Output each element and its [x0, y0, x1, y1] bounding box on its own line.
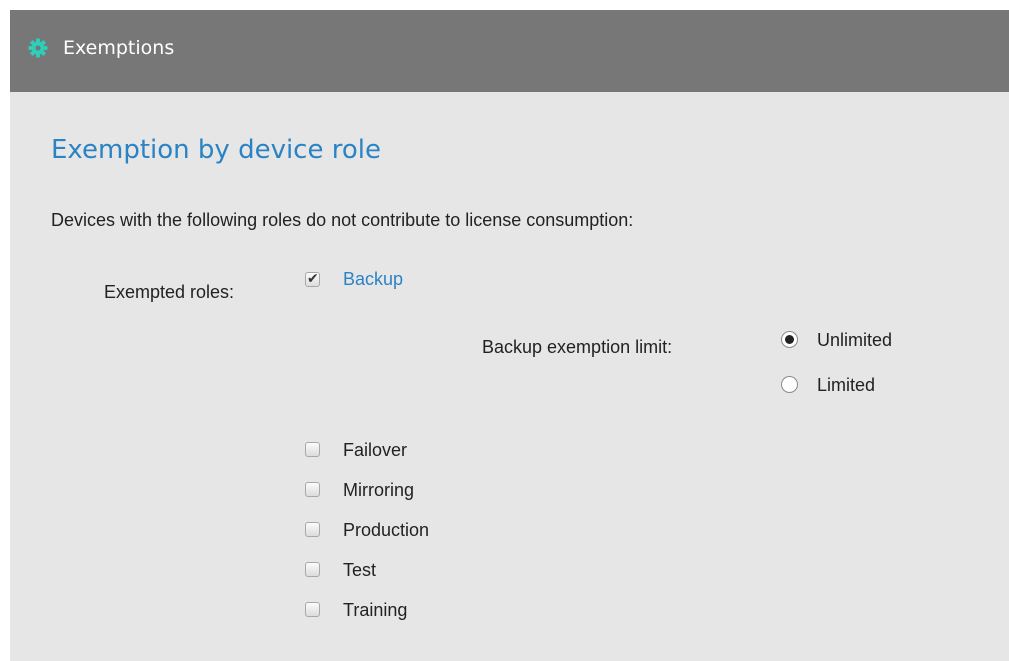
radio-limited[interactable] — [781, 376, 798, 393]
checkmark-icon: ✔ — [307, 271, 319, 287]
radio-label-unlimited[interactable]: Unlimited — [817, 329, 892, 351]
panel-header: Exemptions — [10, 10, 1009, 92]
backup-limit-label: Backup exemption limit: — [482, 337, 673, 357]
role-checkbox-backup[interactable]: ✔ — [305, 271, 320, 287]
exemptions-panel: Exemptions Exemption by device role Devi… — [10, 10, 1009, 661]
role-label-training[interactable]: Training — [343, 599, 407, 621]
section-title: Exemption by device role — [51, 135, 381, 165]
role-label-test[interactable]: Test — [343, 559, 376, 581]
section-description: Devices with the following roles do not … — [51, 210, 634, 230]
role-checkbox-mirroring[interactable] — [305, 482, 320, 497]
role-checkbox-test[interactable] — [305, 562, 320, 577]
role-checkbox-training[interactable] — [305, 602, 320, 617]
gear-icon — [28, 38, 48, 58]
role-label-production[interactable]: Production — [343, 519, 429, 541]
radio-selected-dot — [785, 335, 794, 344]
radio-unlimited[interactable] — [781, 331, 798, 348]
role-label-mirroring[interactable]: Mirroring — [343, 479, 414, 501]
page: Exemptions Exemption by device role Devi… — [0, 0, 1009, 661]
panel-title: Exemptions — [63, 37, 175, 59]
exempted-roles-label: Exempted roles: — [104, 282, 235, 302]
role-label-backup[interactable]: Backup — [343, 268, 403, 290]
role-checkbox-production[interactable] — [305, 522, 320, 537]
role-label-failover[interactable]: Failover — [343, 439, 407, 461]
role-checkbox-failover[interactable] — [305, 442, 320, 457]
radio-label-limited[interactable]: Limited — [817, 374, 875, 396]
